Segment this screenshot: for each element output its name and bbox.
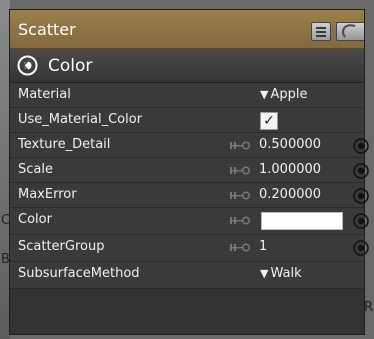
property-label: MaxError bbox=[18, 187, 77, 202]
parameter-dial-icon[interactable] bbox=[353, 163, 369, 179]
section-title: Color bbox=[48, 56, 93, 76]
property-row-scale: Scale 1.000000 bbox=[10, 158, 369, 183]
property-row-subsurface-method: SubsurfaceMethod ▼ Walk bbox=[10, 262, 364, 289]
key-icon[interactable] bbox=[229, 166, 251, 175]
property-row-max-error: MaxError 0.200000 bbox=[10, 183, 369, 208]
property-label: Material bbox=[18, 87, 71, 102]
collapse-circle-icon[interactable] bbox=[17, 55, 38, 76]
scale-value[interactable]: 1.000000 bbox=[259, 162, 321, 177]
parameter-dial-icon[interactable] bbox=[353, 213, 369, 229]
use-material-color-checkbox[interactable]: ✓ bbox=[260, 112, 278, 130]
property-row-texture-detail: Texture_Detail 0.500000 bbox=[10, 133, 369, 158]
panel-options-button[interactable] bbox=[336, 22, 364, 41]
background-window-edge bbox=[0, 0, 10, 339]
texture-detail-value[interactable]: 0.500000 bbox=[259, 137, 321, 152]
menu-lines-icon-part bbox=[316, 35, 326, 37]
max-error-value[interactable]: 0.200000 bbox=[259, 187, 321, 202]
dropdown-arrow-icon: ▼ bbox=[260, 88, 269, 101]
menu-lines-icon bbox=[316, 27, 326, 29]
panel-title-bar[interactable]: Scatter bbox=[10, 10, 364, 49]
key-icon[interactable] bbox=[229, 243, 251, 252]
dropdown-value: Walk bbox=[270, 266, 302, 281]
dropdown-arrow-icon: ▼ bbox=[260, 267, 269, 280]
property-row-material: Material ▼ Apple bbox=[10, 83, 364, 108]
property-label: SubsurfaceMethod bbox=[18, 266, 140, 281]
property-label: Texture_Detail bbox=[18, 137, 111, 152]
panel-title: Scatter bbox=[18, 20, 76, 39]
key-icon[interactable] bbox=[229, 141, 251, 150]
parameter-dial-icon[interactable] bbox=[353, 240, 369, 256]
curl-icon bbox=[342, 24, 356, 38]
dropdown-value: Apple bbox=[270, 87, 308, 102]
key-icon[interactable] bbox=[229, 216, 251, 225]
material-dropdown[interactable]: ▼ Apple bbox=[260, 87, 307, 102]
property-label: Use_Material_Color bbox=[18, 112, 143, 127]
parameter-dial-icon[interactable] bbox=[353, 188, 369, 204]
color-swatch[interactable] bbox=[261, 212, 343, 230]
menu-lines-icon-part bbox=[316, 31, 326, 33]
property-row-color: Color bbox=[10, 208, 369, 235]
key-icon[interactable] bbox=[229, 191, 251, 200]
property-label: Scale bbox=[18, 162, 53, 177]
subsurface-method-dropdown[interactable]: ▼ Walk bbox=[260, 266, 302, 281]
property-label: Color bbox=[18, 212, 52, 227]
parameter-dial-icon[interactable] bbox=[353, 138, 369, 154]
panel-menu-button[interactable] bbox=[311, 22, 331, 41]
property-row-scatter-group: ScatterGroup 1 bbox=[10, 235, 369, 262]
property-row-use-material-color: Use_Material_Color ✓ bbox=[10, 108, 364, 133]
background-fragment-text: B bbox=[1, 252, 10, 267]
scatter-panel: Scatter Color Material ▼ Apple Use_Materi… bbox=[10, 10, 369, 334]
background-fragment-text: R bbox=[364, 300, 374, 315]
scatter-group-value[interactable]: 1 bbox=[259, 239, 267, 254]
background-fragment-text: C bbox=[1, 213, 11, 228]
checkmark-icon: ✓ bbox=[263, 113, 275, 129]
section-header-color[interactable]: Color bbox=[10, 49, 364, 83]
property-label: ScatterGroup bbox=[18, 239, 105, 254]
